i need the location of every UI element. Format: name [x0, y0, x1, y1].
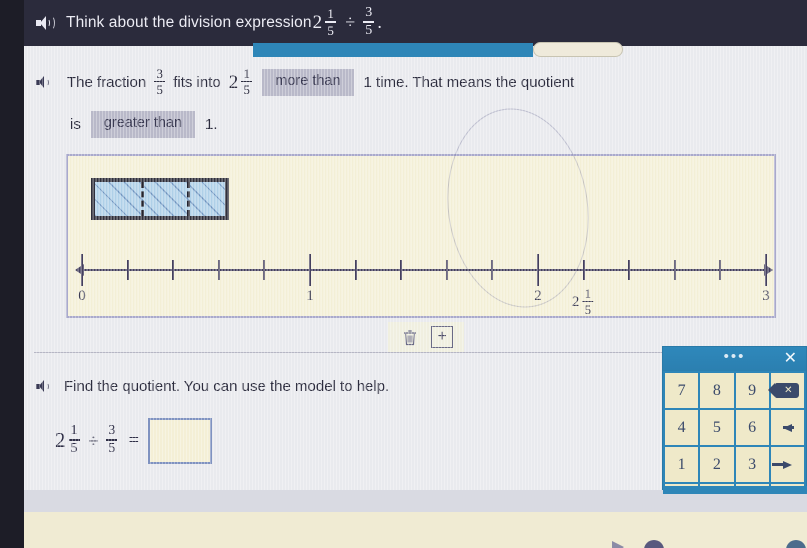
app-screen: Think about the division expression 2 1 …	[0, 0, 807, 548]
dropdown-more-than[interactable]: more than	[262, 69, 354, 97]
key-5[interactable]: 5	[700, 410, 734, 445]
speaker-icon[interactable]	[36, 380, 51, 393]
ellipsis-icon[interactable]: •••	[724, 348, 746, 365]
statement-block: The fraction 3 5 fits into 2 1 5 more th…	[0, 67, 807, 139]
tick-major	[308, 254, 312, 286]
key-4[interactable]: 4	[665, 410, 699, 445]
number-line-axis	[82, 269, 766, 272]
bottom-paper	[0, 512, 807, 548]
tick-minor	[354, 260, 357, 280]
header-divisor: 3 5	[363, 5, 375, 38]
statement-line-1: The fraction 3 5 fits into 2 1 5 more th…	[36, 67, 807, 97]
statement-text-2: fits into	[173, 74, 221, 92]
fraction-bar-model[interactable]	[91, 178, 229, 220]
tick-label: 1	[306, 288, 314, 304]
statement-text-4: is	[70, 116, 81, 134]
prompt-prefix: Think about the division expression	[66, 13, 312, 31]
bar-divider	[187, 182, 190, 216]
bar-divider	[141, 182, 144, 216]
trash-icon[interactable]	[399, 326, 421, 348]
bottom-progress-bar[interactable]	[253, 43, 533, 57]
bottom-secondary-button[interactable]	[533, 42, 623, 57]
tick-label: 2	[534, 288, 542, 304]
tick-minor	[172, 260, 175, 280]
tick-minor	[719, 260, 722, 280]
key-backspace[interactable]: ✕	[768, 373, 804, 408]
plus-icon: +	[437, 328, 447, 345]
tick-minor	[126, 260, 129, 280]
arrow-left-icon	[782, 423, 794, 432]
header-dividend: 2 1 5	[313, 7, 339, 37]
statement-text-3: 1 time. That means the quotient	[363, 74, 575, 92]
key-8[interactable]: 8	[700, 373, 734, 408]
tick-label: 3	[762, 288, 770, 304]
key-7[interactable]: 7	[665, 373, 699, 408]
tick-minor	[263, 260, 266, 280]
equals-sign: =	[128, 430, 140, 451]
bottom-play-icon[interactable]	[612, 541, 624, 548]
number-line[interactable]: 0 1 2 3 215	[75, 248, 773, 316]
dropdown-greater-than[interactable]: greater than	[90, 111, 196, 139]
add-model-button[interactable]: +	[431, 326, 453, 348]
tick-minor	[582, 260, 585, 280]
tick-major	[764, 254, 768, 286]
prompt-header: Think about the division expression 2 1 …	[0, 0, 807, 46]
equation-divisor: 3 5	[106, 423, 118, 456]
tick-label-mixed: 215	[571, 287, 597, 317]
backspace-icon: ✕	[768, 383, 800, 398]
tick-label: 0	[78, 288, 86, 304]
tick-minor	[400, 260, 403, 280]
tick-minor	[673, 260, 676, 280]
header-period: .	[377, 12, 382, 33]
statement-mixed-number: 2 1 5	[229, 67, 255, 97]
tick-major	[536, 254, 540, 286]
bottom-accent-bar	[663, 486, 807, 494]
screen-bezel	[0, 0, 24, 548]
key-3[interactable]: 3	[735, 447, 769, 482]
tick-minor	[491, 260, 494, 280]
key-2[interactable]: 2	[700, 447, 734, 482]
close-icon[interactable]: ✕	[784, 351, 797, 367]
key-9[interactable]: 9	[735, 373, 769, 408]
statement-line-2: is greater than 1.	[36, 111, 807, 139]
speaker-icon[interactable]	[36, 76, 51, 89]
hatch-pattern	[95, 182, 225, 216]
tick-major	[80, 254, 84, 286]
bottom-strip	[0, 490, 807, 548]
statement-text-1: The fraction	[67, 74, 147, 92]
question-2-text: Find the quotient. You can use the model…	[64, 378, 390, 395]
quotient-equation: 2 1 5 ÷ 3 5 =	[54, 418, 213, 464]
statement-fraction: 3 5	[154, 67, 166, 96]
key-arrow-right[interactable]	[770, 447, 804, 482]
equation-operator: ÷	[88, 430, 99, 451]
key-arrow-left[interactable]	[770, 410, 804, 445]
key-1[interactable]: 1	[665, 447, 699, 482]
prompt-text: Think about the division expression 2 1 …	[66, 5, 382, 38]
model-toolbar: +	[388, 322, 464, 352]
tick-minor	[628, 260, 631, 280]
keypad-header: ••• ✕	[663, 347, 806, 371]
key-6[interactable]: 6	[735, 410, 769, 445]
arrow-right-icon	[771, 460, 792, 469]
header-operator: ÷	[345, 12, 356, 33]
speaker-icon[interactable]	[36, 15, 55, 30]
number-line-model-panel[interactable]: 0 1 2 3 215	[66, 99, 776, 318]
statement-text-5: 1.	[205, 116, 218, 134]
equation-dividend: 2 1 5	[55, 423, 80, 456]
answer-input[interactable]	[148, 418, 213, 464]
tick-minor	[445, 260, 448, 280]
tick-minor	[217, 260, 220, 280]
